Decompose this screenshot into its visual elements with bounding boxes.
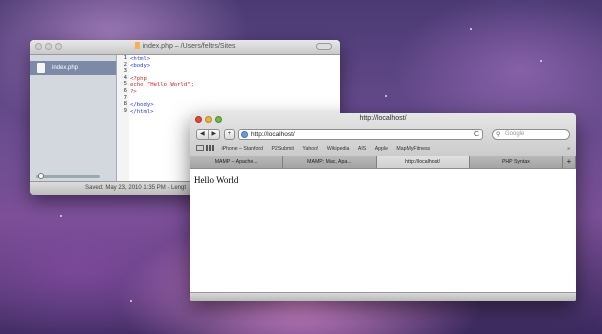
address-text: http://localhost/ [251, 131, 295, 138]
web-content: Hello World [190, 169, 576, 293]
bookmark-item[interactable]: AIS [358, 144, 366, 154]
file-icon [37, 63, 45, 73]
sidebar-file-label: index.php [52, 65, 79, 71]
zoom-slider[interactable] [36, 173, 100, 179]
line-number: 1 [123, 55, 127, 61]
editor-window-controls [35, 43, 62, 50]
code-token: <html> [130, 56, 151, 62]
slider-knob[interactable] [38, 173, 44, 179]
line-number: 5 [123, 81, 127, 88]
line-number: 4 [123, 74, 127, 81]
bookmark-item[interactable]: Apple [375, 144, 388, 154]
tab-localhost[interactable]: http://localhost/ [376, 156, 470, 168]
code-token: ?> [130, 88, 137, 95]
browser-status-bar [190, 292, 576, 301]
zoom-icon[interactable] [55, 43, 62, 50]
code-token: "Hello World" [146, 82, 191, 89]
line-number-gutter: 123456789 [117, 55, 129, 182]
code-line[interactable]: echo "Hello World"; [130, 82, 340, 89]
line-number: 6 [123, 87, 127, 94]
forward-button[interactable]: ▶ [209, 130, 220, 139]
bookmark-item[interactable]: P2Submit [271, 144, 294, 154]
tab-bar: MAMP – Apache... MAMP: Mac, Apa... http:… [190, 156, 576, 168]
code-token: <?php [130, 75, 147, 82]
code-token: echo [130, 82, 147, 89]
code-token: ; [190, 82, 194, 89]
browser-chrome: http://localhost/ ◀ ▶ + http://localhost… [190, 113, 576, 169]
bookmarks-overflow-icon[interactable]: » [567, 144, 570, 154]
bookmark-item[interactable]: iPhone – Stanford [221, 144, 263, 154]
line-number: 3 [123, 68, 127, 75]
tab-php-syntax[interactable]: PHP Syntax [469, 156, 563, 168]
bookmarks-bar: iPhone – Stanford P2Submit Yahoo! Wikipe… [196, 144, 570, 154]
minimize-icon[interactable] [45, 43, 52, 50]
back-forward-buttons: ◀ ▶ [196, 129, 220, 140]
code-line[interactable]: ?> [130, 89, 340, 96]
code-line[interactable]: <body> [130, 63, 340, 70]
browser-title: http://localhost/ [359, 115, 407, 122]
document-icon [134, 42, 140, 49]
star [385, 95, 387, 97]
toolbar-toggle-icon[interactable] [316, 43, 332, 50]
page-text: Hello World [194, 175, 239, 185]
star [540, 60, 542, 62]
new-tab-button[interactable]: + [563, 156, 576, 168]
globe-icon [241, 131, 248, 138]
search-icon: ⚲ [496, 132, 501, 138]
add-bookmark-button[interactable]: + [224, 129, 235, 140]
code-line[interactable]: <?php [130, 76, 340, 83]
back-button[interactable]: ◀ [197, 130, 209, 139]
code-token: </body> [130, 102, 154, 109]
tab-mamp-apache[interactable]: MAMP – Apache... [190, 156, 284, 168]
search-placeholder: Google [505, 131, 525, 137]
top-sites-icon[interactable] [206, 145, 214, 151]
editor-titlebar[interactable]: index.php – /Users/feltrs/Sites [30, 40, 340, 55]
status-text: Saved: May 23, 2010 1:35 PM · Lengt [85, 185, 187, 191]
editor-title: index.php – /Users/feltrs/Sites [142, 43, 236, 50]
code-token: <body> [130, 62, 151, 69]
reload-icon[interactable]: C [474, 130, 479, 139]
address-bar[interactable]: http://localhost/ C [238, 129, 483, 140]
tab-mamp-mac[interactable]: MAMP: Mac, Apa... [283, 156, 377, 168]
star [60, 215, 62, 217]
code-line[interactable]: <html> [130, 56, 340, 63]
line-number: 2 [123, 61, 127, 68]
browser-toolbar: ◀ ▶ + http://localhost/ C ⚲ Google [196, 128, 570, 142]
editor-sidebar: index.php [30, 55, 117, 182]
browser-window: http://localhost/ ◀ ▶ + http://localhost… [190, 113, 576, 301]
reading-list-icon[interactable] [196, 145, 204, 151]
bookmark-item[interactable]: Wikipedia [327, 144, 350, 154]
line-number: 8 [123, 101, 127, 108]
code-token: </html> [130, 108, 154, 115]
bookmark-item[interactable]: MapMyFitness [396, 144, 430, 154]
code-line[interactable] [130, 69, 340, 76]
star [470, 28, 472, 30]
line-number: 9 [123, 107, 127, 114]
code-line[interactable]: </body> [130, 102, 340, 109]
close-icon[interactable] [35, 43, 42, 50]
sidebar-file-item[interactable]: index.php [30, 61, 116, 75]
code-line[interactable] [130, 96, 340, 103]
star [130, 300, 132, 302]
line-number: 7 [123, 94, 127, 101]
search-field[interactable]: ⚲ Google [492, 129, 570, 140]
bookmark-item[interactable]: Yahoo! [302, 144, 318, 154]
